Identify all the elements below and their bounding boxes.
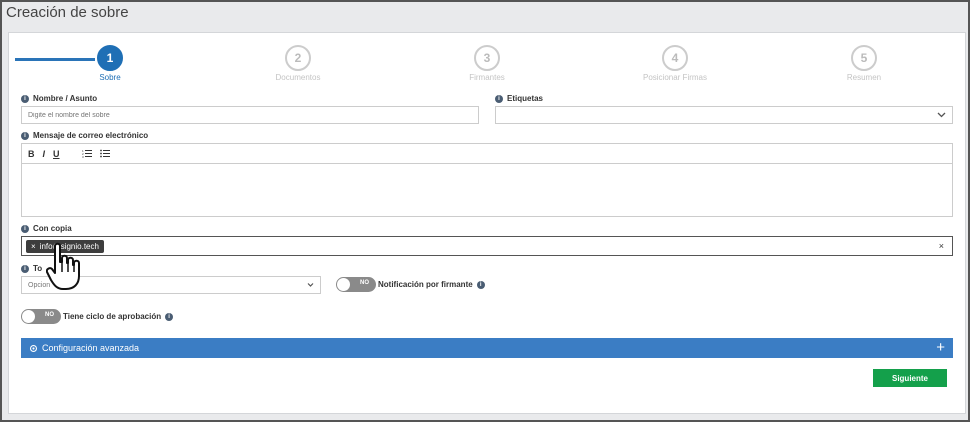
gear-icon: [29, 344, 38, 352]
italic-button[interactable]: I: [43, 149, 46, 159]
type-label: i To: [21, 264, 42, 273]
ordered-list-icon[interactable]: 123: [82, 149, 92, 158]
hand-cursor-icon: [46, 242, 80, 290]
step-3[interactable]: 3 Firmantes: [427, 45, 547, 82]
advanced-config-bar[interactable]: Configuración avanzada +: [21, 338, 953, 358]
info-icon: i: [21, 264, 29, 273]
advanced-config-label: Configuración avanzada: [42, 343, 140, 353]
underline-button[interactable]: U: [53, 149, 60, 159]
step-2[interactable]: 2 Documentos: [238, 45, 358, 82]
info-icon: i: [495, 94, 503, 103]
step-label: Sobre: [99, 73, 121, 82]
chip-remove-icon[interactable]: ×: [31, 242, 36, 251]
step-5[interactable]: 5 Resumen: [804, 45, 924, 82]
form-card: 1 Sobre 2 Documentos 3 Firmantes 4 Posic…: [8, 32, 966, 414]
info-icon: i: [165, 312, 174, 321]
editor-toolbar: B I U 123: [22, 144, 952, 164]
plus-icon[interactable]: +: [936, 339, 945, 356]
email-message-label: i Mensaje de correo electrónico: [21, 131, 148, 140]
step-number: 4: [662, 45, 688, 71]
name-label: i Nombre / Asunto: [21, 94, 97, 103]
cc-input[interactable]: × info@signio.tech ×: [21, 236, 953, 256]
approval-label: Tiene ciclo de aprobación i: [63, 312, 174, 321]
toggle-knob: [337, 278, 350, 291]
bold-button[interactable]: B: [28, 149, 35, 159]
step-label: Firmantes: [469, 73, 505, 82]
unordered-list-icon[interactable]: [99, 149, 110, 158]
tags-label: i Etiquetas: [495, 94, 543, 103]
info-icon: i: [21, 131, 29, 140]
name-input[interactable]: [21, 106, 479, 124]
info-icon: i: [476, 280, 485, 289]
info-icon: i: [21, 94, 29, 103]
svg-text:3: 3: [82, 155, 84, 158]
step-label: Documentos: [275, 73, 321, 82]
cc-label: i Con copia: [21, 224, 72, 233]
tags-select[interactable]: [495, 106, 953, 124]
step-label: Resumen: [846, 73, 882, 82]
step-4[interactable]: 4 Posicionar Firmas: [615, 45, 735, 82]
step-label: Posicionar Firmas: [642, 73, 707, 82]
step-number: 3: [474, 45, 500, 71]
clear-icon[interactable]: ×: [939, 241, 944, 251]
approval-toggle[interactable]: NO: [21, 309, 61, 324]
step-number: 2: [285, 45, 311, 71]
chevron-down-icon: [937, 112, 946, 118]
page-title: Creación de sobre: [6, 4, 129, 21]
app-frame: Creación de sobre 1 Sobre 2 Documentos 3…: [0, 0, 970, 422]
notify-label: Notificación por firmante i: [378, 280, 485, 289]
email-message-editor[interactable]: B I U 123: [21, 143, 953, 217]
next-button[interactable]: Siguiente: [873, 369, 947, 387]
step-1[interactable]: 1 Sobre: [50, 45, 170, 82]
toggle-knob: [22, 310, 35, 323]
chevron-down-icon: [307, 283, 314, 287]
notify-toggle[interactable]: NO: [336, 277, 376, 292]
step-number: 5: [851, 45, 877, 71]
step-number: 1: [97, 45, 123, 71]
info-icon: i: [21, 224, 29, 233]
